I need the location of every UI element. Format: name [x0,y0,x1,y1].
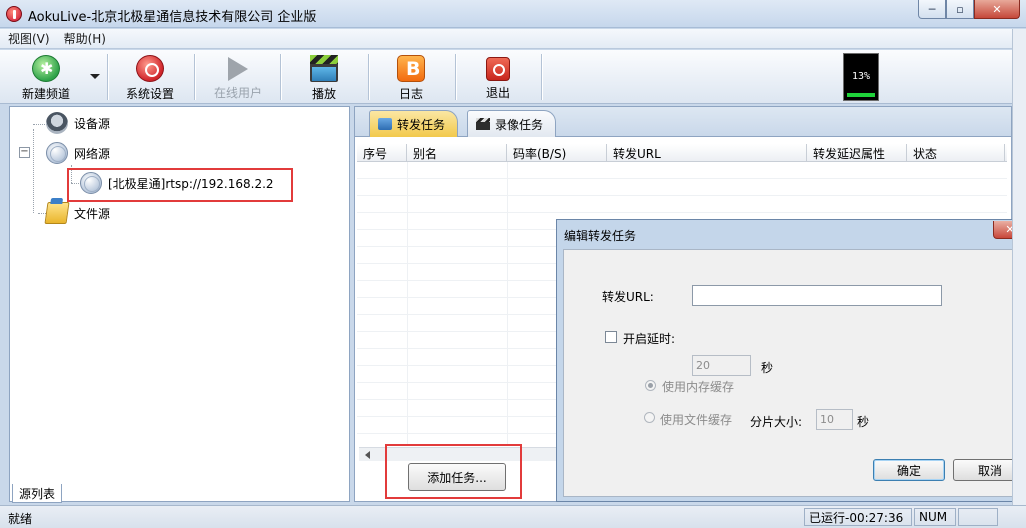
close-button[interactable]: ✕ [974,0,1020,19]
exit-button[interactable]: 退出 [470,52,526,102]
tree-item-network-source[interactable]: 网络源 [46,142,110,164]
column-header-status[interactable]: 状态 [907,144,1005,162]
play-disabled-icon [228,57,248,81]
column-header-forward-url[interactable]: 转发URL [607,144,807,162]
window-controls: ─ ▫ ✕ [918,0,1020,20]
play-label: 播放 [311,87,336,101]
new-channel-button[interactable]: 新建频道 [14,52,78,102]
tree-collapse-toggle[interactable]: − [19,147,30,158]
status-ready: 就绪 [8,512,33,526]
toolbar-divider [455,54,456,100]
file-cache-radio[interactable] [644,412,655,423]
tree-item-device-source[interactable]: 设备源 [46,112,110,134]
tab-label: 录像任务 [495,117,544,132]
cpu-percent: 13% [851,71,871,82]
toolbar-divider [368,54,369,100]
online-users-button[interactable]: 在线用户 [206,52,270,102]
online-users-label: 在线用户 [213,86,262,100]
tree-item-label: 设备源 [74,116,111,131]
forward-url-input[interactable] [692,285,942,306]
slice-unit-label: 秒 [857,415,870,429]
grid-divider [407,162,408,446]
status-num-lock: NUM [914,508,956,526]
new-channel-icon [32,55,60,82]
folder-icon [44,202,70,224]
column-header-index[interactable]: 序号 [357,144,407,162]
log-icon [397,55,425,82]
column-header-alias[interactable]: 别名 [407,144,507,162]
toolbar-divider [541,54,542,100]
tab-forward-tasks[interactable]: 转发任务 [369,110,459,137]
globe-icon [46,142,68,164]
clapperboard-icon [476,118,490,130]
toolbar-divider [107,54,108,100]
app-logo-icon [6,6,22,22]
status-bar: 就绪 已运行-00:27:36 NUM [0,505,1026,528]
settings-button[interactable]: 系统设置 [118,52,182,102]
status-empty-cell [958,508,998,526]
tree-item-label: 文件源 [74,206,111,221]
log-button[interactable]: 日志 [383,52,439,102]
task-table-header: 序号 别名 码率(B/S) 转发URL 转发延迟属性 状态 [357,144,1007,162]
exit-power-icon [486,57,510,81]
title-bar: AokuLive-北京北极星通信息技术有限公司 企业版 ─ ▫ ✕ [0,0,1026,28]
settings-label: 系统设置 [125,87,174,101]
log-label: 日志 [398,87,423,101]
tree-connector [33,124,47,125]
menu-help[interactable]: 帮助(H) [64,30,106,47]
edit-forward-task-dialog: 编辑转发任务 ✕ 转发URL: 开启延时: 20 秒 使用内存缓存 使用文件缓存… [556,219,1026,502]
forward-icon [378,118,392,130]
task-tabstrip: 转发任务 录像任务 [355,107,1011,137]
maximize-button[interactable]: ▫ [946,0,974,19]
menu-view[interactable]: 视图(V) [8,30,50,47]
minimize-button[interactable]: ─ [918,0,946,19]
forward-url-label: 转发URL: [602,290,654,304]
webcam-icon [46,112,68,134]
tab-source-list[interactable]: 源列表 [12,484,62,503]
dialog-title: 编辑转发任务 [564,229,637,243]
tab-record-tasks[interactable]: 录像任务 [467,110,557,137]
window-title: AokuLive-北京北极星通信息技术有限公司 企业版 [28,10,317,25]
menu-bar: 视图(V) 帮助(H) [0,29,1012,49]
slice-size-input[interactable]: 10 [816,409,853,430]
clapperboard-icon [310,55,338,82]
memory-cache-radio[interactable] [645,380,656,391]
memory-cache-label: 使用内存缓存 [662,380,735,394]
power-settings-icon [136,55,164,82]
delay-seconds-input[interactable]: 20 [692,355,751,376]
toolbar-divider [194,54,195,100]
scroll-left-icon[interactable] [365,451,370,459]
new-channel-label: 新建频道 [21,87,70,101]
tree-item-label: 网络源 [74,146,111,161]
tab-label: 转发任务 [397,117,446,132]
cpu-meter: 13% [843,53,879,101]
column-header-delay[interactable]: 转发延迟属性 [807,144,907,162]
cpu-bar [847,93,875,97]
ok-button[interactable]: 确定 [873,459,945,481]
chevron-down-icon[interactable] [90,74,100,79]
background-window-edge [1012,29,1026,505]
enable-delay-checkbox[interactable] [605,331,617,343]
delay-unit-label: 秒 [761,361,774,375]
play-button[interactable]: 播放 [296,52,352,102]
tree-connector [33,129,34,213]
slice-size-label: 分片大小: [750,415,803,429]
enable-delay-label: 开启延时: [623,332,676,346]
source-tree-panel: 设备源 网络源 [北极星通]rtsp://192.168.2.2 文件源 [9,106,350,502]
highlight-box [67,168,293,202]
status-running-time: 已运行-00:27:36 [804,508,912,526]
grid-divider [507,162,508,446]
file-cache-label: 使用文件缓存 [660,413,733,427]
exit-label: 退出 [485,86,510,100]
tree-item-file-source[interactable]: 文件源 [44,202,111,224]
toolbar-divider [280,54,281,100]
column-header-bitrate[interactable]: 码率(B/S) [507,144,607,162]
highlight-box [385,444,522,499]
